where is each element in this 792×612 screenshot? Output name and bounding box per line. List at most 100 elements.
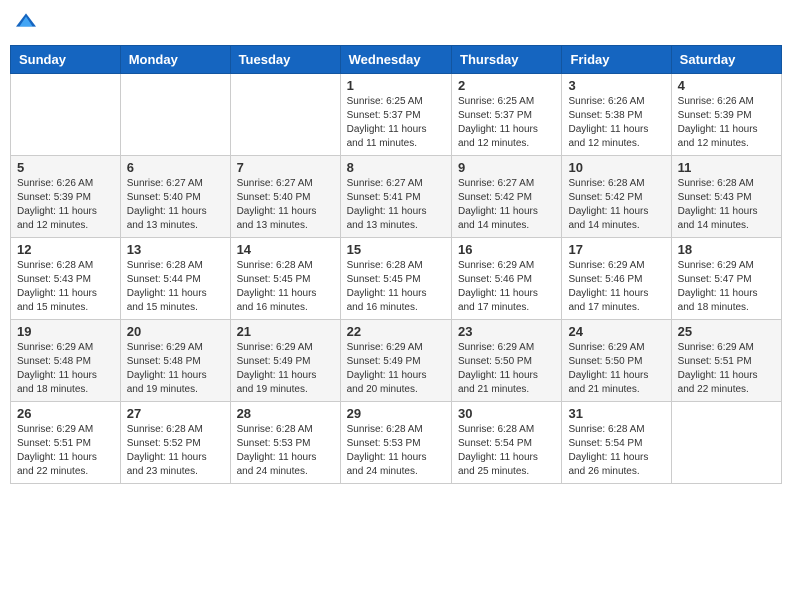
weekday-header: Saturday (671, 46, 781, 74)
day-info: Sunrise: 6:28 AM Sunset: 5:43 PM Dayligh… (678, 177, 775, 233)
day-info: Sunrise: 6:28 AM Sunset: 5:52 PM Dayligh… (127, 423, 224, 479)
day-info: Sunrise: 6:29 AM Sunset: 5:51 PM Dayligh… (678, 341, 775, 397)
day-number: 15 (347, 242, 445, 257)
day-info: Sunrise: 6:28 AM Sunset: 5:54 PM Dayligh… (458, 423, 555, 479)
day-number: 4 (678, 78, 775, 93)
calendar-cell: 18 Sunrise: 6:29 AM Sunset: 5:47 PM Dayli… (671, 238, 781, 320)
calendar-cell: 10Sunrise: 6:28 AM Sunset: 5:42 PM Dayli… (562, 156, 671, 238)
day-number: 14 (237, 242, 334, 257)
day-info: Sunrise: 6:29 AM Sunset: 5:50 PM Dayligh… (568, 341, 664, 397)
calendar-cell: 27 Sunrise: 6:28 AM Sunset: 5:52 PM Dayli… (120, 402, 230, 484)
day-info: Sunrise: 6:27 AM Sunset: 5:40 PM Dayligh… (127, 177, 224, 233)
day-number: 13 (127, 242, 224, 257)
calendar-cell: 9 Sunrise: 6:27 AM Sunset: 5:42 PM Daylig… (452, 156, 562, 238)
day-number: 7 (237, 160, 334, 175)
day-info: Sunrise: 6:29 AM Sunset: 5:48 PM Dayligh… (127, 341, 224, 397)
calendar-table: SundayMondayTuesdayWednesdayThursdayFrid… (10, 45, 782, 484)
day-number: 16 (458, 242, 555, 257)
day-number: 8 (347, 160, 445, 175)
calendar-cell (230, 74, 340, 156)
calendar-cell: 3Sunrise: 6:26 AM Sunset: 5:38 PM Daylig… (562, 74, 671, 156)
calendar-header-row: SundayMondayTuesdayWednesdayThursdayFrid… (11, 46, 782, 74)
calendar-cell: 12 Sunrise: 6:28 AM Sunset: 5:43 PM Dayli… (11, 238, 121, 320)
day-info: Sunrise: 6:28 AM Sunset: 5:44 PM Dayligh… (127, 259, 224, 315)
calendar-cell: 11 Sunrise: 6:28 AM Sunset: 5:43 PM Dayli… (671, 156, 781, 238)
day-info: Sunrise: 6:28 AM Sunset: 5:53 PM Dayligh… (237, 423, 334, 479)
day-number: 19 (17, 324, 114, 339)
calendar-cell: 29 Sunrise: 6:28 AM Sunset: 5:53 PM Dayli… (340, 402, 451, 484)
day-info: Sunrise: 6:29 AM Sunset: 5:47 PM Dayligh… (678, 259, 775, 315)
day-info: Sunrise: 6:28 AM Sunset: 5:45 PM Dayligh… (237, 259, 334, 315)
day-info: Sunrise: 6:29 AM Sunset: 5:50 PM Dayligh… (458, 341, 555, 397)
weekday-header: Tuesday (230, 46, 340, 74)
weekday-header: Friday (562, 46, 671, 74)
day-info: Sunrise: 6:25 AM Sunset: 5:37 PM Dayligh… (458, 95, 555, 151)
calendar-cell: 25 Sunrise: 6:29 AM Sunset: 5:51 PM Dayli… (671, 320, 781, 402)
calendar-week-row: 19 Sunrise: 6:29 AM Sunset: 5:48 PM Dayli… (11, 320, 782, 402)
calendar-cell: 19 Sunrise: 6:29 AM Sunset: 5:48 PM Dayli… (11, 320, 121, 402)
calendar-cell: 30Sunrise: 6:28 AM Sunset: 5:54 PM Dayli… (452, 402, 562, 484)
calendar-cell: 17 Sunrise: 6:29 AM Sunset: 5:46 PM Dayli… (562, 238, 671, 320)
calendar-cell: 26Sunrise: 6:29 AM Sunset: 5:51 PM Dayli… (11, 402, 121, 484)
calendar-cell: 24 Sunrise: 6:29 AM Sunset: 5:50 PM Dayli… (562, 320, 671, 402)
day-number: 21 (237, 324, 334, 339)
day-number: 24 (568, 324, 664, 339)
day-number: 10 (568, 160, 664, 175)
logo-icon (16, 10, 36, 30)
day-number: 29 (347, 406, 445, 421)
day-number: 22 (347, 324, 445, 339)
weekday-header: Sunday (11, 46, 121, 74)
calendar-cell: 20 Sunrise: 6:29 AM Sunset: 5:48 PM Dayli… (120, 320, 230, 402)
calendar-cell (120, 74, 230, 156)
day-number: 25 (678, 324, 775, 339)
calendar-week-row: 12 Sunrise: 6:28 AM Sunset: 5:43 PM Dayli… (11, 238, 782, 320)
page-header (10, 10, 782, 35)
day-number: 17 (568, 242, 664, 257)
calendar-cell (11, 74, 121, 156)
day-info: Sunrise: 6:25 AM Sunset: 5:37 PM Dayligh… (347, 95, 445, 151)
day-number: 12 (17, 242, 114, 257)
calendar-cell: 23 Sunrise: 6:29 AM Sunset: 5:50 PM Dayli… (452, 320, 562, 402)
day-number: 27 (127, 406, 224, 421)
day-info: Sunrise: 6:27 AM Sunset: 5:42 PM Dayligh… (458, 177, 555, 233)
calendar-cell: 4 Sunrise: 6:26 AM Sunset: 5:39 PM Daylig… (671, 74, 781, 156)
calendar-cell: 1 Sunrise: 6:25 AM Sunset: 5:37 PM Daylig… (340, 74, 451, 156)
day-info: Sunrise: 6:28 AM Sunset: 5:54 PM Dayligh… (568, 423, 664, 479)
calendar-cell: 15Sunrise: 6:28 AM Sunset: 5:45 PM Dayli… (340, 238, 451, 320)
calendar-cell: 28 Sunrise: 6:28 AM Sunset: 5:53 PM Dayli… (230, 402, 340, 484)
logo (14, 10, 38, 35)
day-number: 6 (127, 160, 224, 175)
day-number: 2 (458, 78, 555, 93)
day-info: Sunrise: 6:29 AM Sunset: 5:49 PM Dayligh… (237, 341, 334, 397)
day-number: 1 (347, 78, 445, 93)
calendar-cell: 2 Sunrise: 6:25 AM Sunset: 5:37 PM Daylig… (452, 74, 562, 156)
day-number: 18 (678, 242, 775, 257)
day-info: Sunrise: 6:29 AM Sunset: 5:48 PM Dayligh… (17, 341, 114, 397)
day-info: Sunrise: 6:27 AM Sunset: 5:40 PM Dayligh… (237, 177, 334, 233)
day-number: 28 (237, 406, 334, 421)
day-number: 23 (458, 324, 555, 339)
day-info: Sunrise: 6:26 AM Sunset: 5:39 PM Dayligh… (17, 177, 114, 233)
calendar-cell: 31 Sunrise: 6:28 AM Sunset: 5:54 PM Dayli… (562, 402, 671, 484)
day-info: Sunrise: 6:28 AM Sunset: 5:43 PM Dayligh… (17, 259, 114, 315)
calendar-cell: 6 Sunrise: 6:27 AM Sunset: 5:40 PM Daylig… (120, 156, 230, 238)
calendar-week-row: 5Sunrise: 6:26 AM Sunset: 5:39 PM Daylig… (11, 156, 782, 238)
day-info: Sunrise: 6:28 AM Sunset: 5:53 PM Dayligh… (347, 423, 445, 479)
calendar-cell: 7 Sunrise: 6:27 AM Sunset: 5:40 PM Daylig… (230, 156, 340, 238)
day-number: 3 (568, 78, 664, 93)
day-info: Sunrise: 6:26 AM Sunset: 5:39 PM Dayligh… (678, 95, 775, 151)
calendar-cell: 16Sunrise: 6:29 AM Sunset: 5:46 PM Dayli… (452, 238, 562, 320)
day-info: Sunrise: 6:29 AM Sunset: 5:49 PM Dayligh… (347, 341, 445, 397)
calendar-cell: 13 Sunrise: 6:28 AM Sunset: 5:44 PM Dayli… (120, 238, 230, 320)
day-number: 9 (458, 160, 555, 175)
day-number: 31 (568, 406, 664, 421)
weekday-header: Monday (120, 46, 230, 74)
day-number: 11 (678, 160, 775, 175)
calendar-cell: 5Sunrise: 6:26 AM Sunset: 5:39 PM Daylig… (11, 156, 121, 238)
day-info: Sunrise: 6:29 AM Sunset: 5:51 PM Dayligh… (17, 423, 114, 479)
calendar-cell: 22 Sunrise: 6:29 AM Sunset: 5:49 PM Dayli… (340, 320, 451, 402)
day-number: 20 (127, 324, 224, 339)
calendar-week-row: 26Sunrise: 6:29 AM Sunset: 5:51 PM Dayli… (11, 402, 782, 484)
day-info: Sunrise: 6:29 AM Sunset: 5:46 PM Dayligh… (568, 259, 664, 315)
calendar-cell: 21 Sunrise: 6:29 AM Sunset: 5:49 PM Dayli… (230, 320, 340, 402)
